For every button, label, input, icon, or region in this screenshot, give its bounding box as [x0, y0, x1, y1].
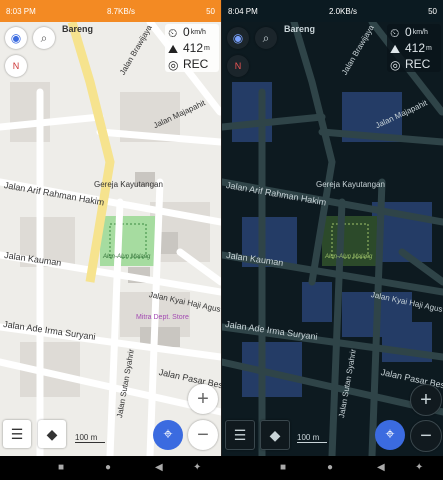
- directions-icon: ◆: [269, 426, 281, 443]
- map-view[interactable]: Bareng Jalan Brawijaya Jalan Majapahit G…: [222, 22, 443, 456]
- zoom-in-button[interactable]: +: [410, 384, 442, 416]
- hud-panel[interactable]: ⏲ 0 km/h ⛰ 412 m ◎ REC: [387, 24, 441, 72]
- poi-label: Mitra Dept. Store: [136, 314, 189, 321]
- my-location-button[interactable]: ⌖: [375, 420, 405, 450]
- map-layers-button[interactable]: ◉: [5, 27, 27, 49]
- menu-icon: ☰: [10, 425, 24, 442]
- poi-label: Gereja Kayutangan: [94, 180, 163, 189]
- speedometer-icon: ⏲: [390, 26, 400, 40]
- status-speed: 2.0KB/s: [328, 6, 357, 16]
- zoom-out-button[interactable]: −: [188, 420, 218, 450]
- altitude-widget[interactable]: ⛰ 412 m: [165, 40, 219, 56]
- compass-icon: N: [234, 61, 242, 71]
- status-bar: 8:03 PM 8.7KB/s 50: [0, 0, 221, 22]
- compass-button[interactable]: N: [227, 55, 249, 77]
- zoom-in-button[interactable]: +: [188, 384, 218, 414]
- battery-level: 50: [428, 6, 437, 16]
- compass-icon: N: [12, 61, 20, 71]
- my-location-button[interactable]: ⌖: [153, 420, 183, 450]
- search-button[interactable]: ⌕: [33, 27, 55, 49]
- system-nav-bar: ■ ● ◀ ✦ ■ ● ◀ ✦: [0, 456, 443, 480]
- directions-button[interactable]: ◆: [38, 420, 66, 448]
- altitude-widget[interactable]: ⛰ 412 m: [387, 40, 441, 56]
- status-bar: 8:04 PM 2.0KB/s 50: [222, 0, 443, 22]
- dark-map-screen: 8:04 PM 2.0KB/s 50 Bareng Jalan Brawijay…: [222, 0, 443, 456]
- scale-bar: 100 m: [75, 433, 105, 443]
- town-label: Bareng: [284, 24, 316, 34]
- menu-icon: ☰: [233, 426, 247, 443]
- map-layers-button[interactable]: ◉: [227, 27, 249, 49]
- crosshair-icon: ⌖: [163, 426, 173, 443]
- search-button[interactable]: ⌕: [255, 27, 277, 49]
- scale-bar: 100 m: [297, 433, 327, 443]
- mountain-icon: ⛰: [168, 42, 179, 56]
- zoom-out-button[interactable]: −: [410, 420, 442, 452]
- status-time: 8:03 PM: [6, 6, 36, 16]
- speed-widget[interactable]: ⏲ 0 km/h: [387, 24, 441, 40]
- record-widget[interactable]: ◎ REC: [165, 56, 219, 72]
- battery-level: 50: [206, 6, 215, 16]
- search-icon: ⌕: [262, 30, 270, 45]
- accessibility-icon[interactable]: ✦: [193, 462, 201, 473]
- home-icon[interactable]: ●: [105, 462, 111, 473]
- menu-button[interactable]: ☰: [3, 420, 31, 448]
- recents-icon[interactable]: ■: [58, 462, 64, 473]
- park-label: Alun-Alun Malang: [103, 254, 151, 260]
- back-icon[interactable]: ◀: [155, 462, 163, 473]
- speedometer-icon: ⏲: [168, 26, 178, 40]
- menu-button[interactable]: ☰: [225, 420, 255, 450]
- record-widget[interactable]: ◎ REC: [387, 56, 441, 72]
- map-view[interactable]: Bareng Jalan Brawijaya Jalan Majapahit G…: [0, 22, 221, 456]
- home-icon[interactable]: ●: [327, 462, 333, 473]
- mountain-icon: ⛰: [390, 42, 401, 56]
- compass-button[interactable]: N: [5, 55, 27, 77]
- hud-panel[interactable]: ⏲ 0 km/h ⛰ 412 m ◎ REC: [165, 24, 219, 72]
- directions-button[interactable]: ◆: [260, 420, 290, 450]
- status-time: 8:04 PM: [228, 6, 258, 16]
- map-roads: [222, 22, 443, 456]
- directions-icon: ◆: [46, 425, 58, 442]
- town-label: Bareng: [62, 24, 94, 34]
- accessibility-icon[interactable]: ✦: [415, 462, 423, 473]
- recents-icon[interactable]: ■: [280, 462, 286, 473]
- status-speed: 8.7KB/s: [106, 6, 135, 16]
- park-label: Alun-Alun Malang: [325, 254, 373, 260]
- poi-label: Gereja Kayutangan: [316, 180, 385, 189]
- light-map-screen: 8:03 PM 8.7KB/s 50 Bareng Jalan Brawijay…: [0, 0, 221, 456]
- speed-widget[interactable]: ⏲ 0 km/h: [165, 24, 219, 40]
- search-icon: ⌕: [40, 30, 48, 45]
- crosshair-icon: ⌖: [385, 426, 395, 443]
- record-icon: ◎: [168, 58, 179, 72]
- back-icon[interactable]: ◀: [377, 462, 385, 473]
- map-roads: [0, 22, 221, 456]
- record-icon: ◎: [390, 58, 401, 72]
